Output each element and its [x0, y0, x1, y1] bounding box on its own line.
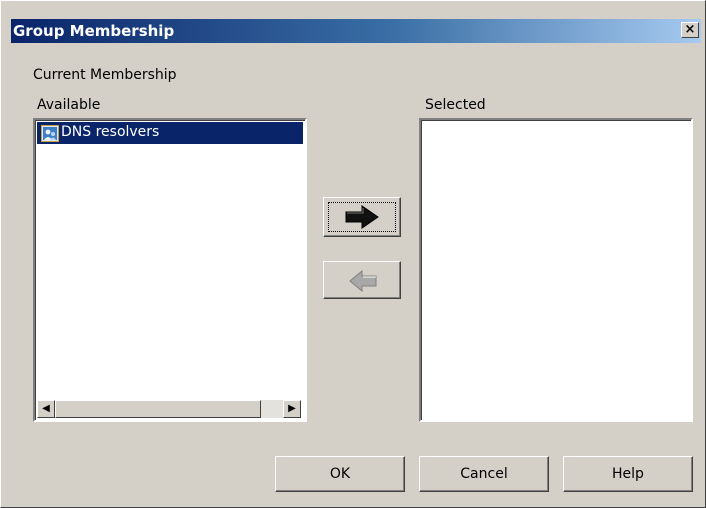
list-item-dns-resolvers[interactable]: DNS resolvers: [37, 122, 303, 144]
current-membership-label: Current Membership: [33, 67, 177, 83]
available-label: Available: [37, 97, 101, 113]
arrow-left-icon: ◀: [42, 403, 50, 414]
selected-listbox[interactable]: [419, 118, 693, 422]
close-icon: ×: [684, 22, 696, 37]
arrow-right-icon: [345, 205, 379, 229]
group-icon: [41, 125, 59, 142]
title-bar[interactable]: Group Membership ×: [11, 19, 701, 43]
close-button[interactable]: ×: [681, 22, 699, 38]
horizontal-scrollbar[interactable]: ◀ ▶: [37, 400, 301, 418]
arrow-left-icon: [349, 270, 377, 292]
group-membership-dialog: Group Membership × Current Membership Av…: [0, 0, 706, 508]
remove-button[interactable]: [323, 261, 401, 299]
add-button[interactable]: [323, 197, 401, 237]
cancel-button[interactable]: Cancel: [419, 456, 549, 492]
arrow-right-icon: ▶: [288, 403, 296, 414]
scroll-left-button[interactable]: ◀: [37, 400, 55, 418]
scroll-thumb[interactable]: [55, 400, 261, 418]
scroll-right-button[interactable]: ▶: [283, 400, 301, 418]
available-listbox[interactable]: DNS resolvers ◀ ▶: [33, 118, 307, 422]
selected-label: Selected: [425, 97, 486, 113]
help-button[interactable]: Help: [563, 456, 693, 492]
list-item-label: DNS resolvers: [61, 124, 160, 140]
ok-button[interactable]: OK: [275, 456, 405, 492]
dialog-title: Group Membership: [13, 22, 175, 40]
